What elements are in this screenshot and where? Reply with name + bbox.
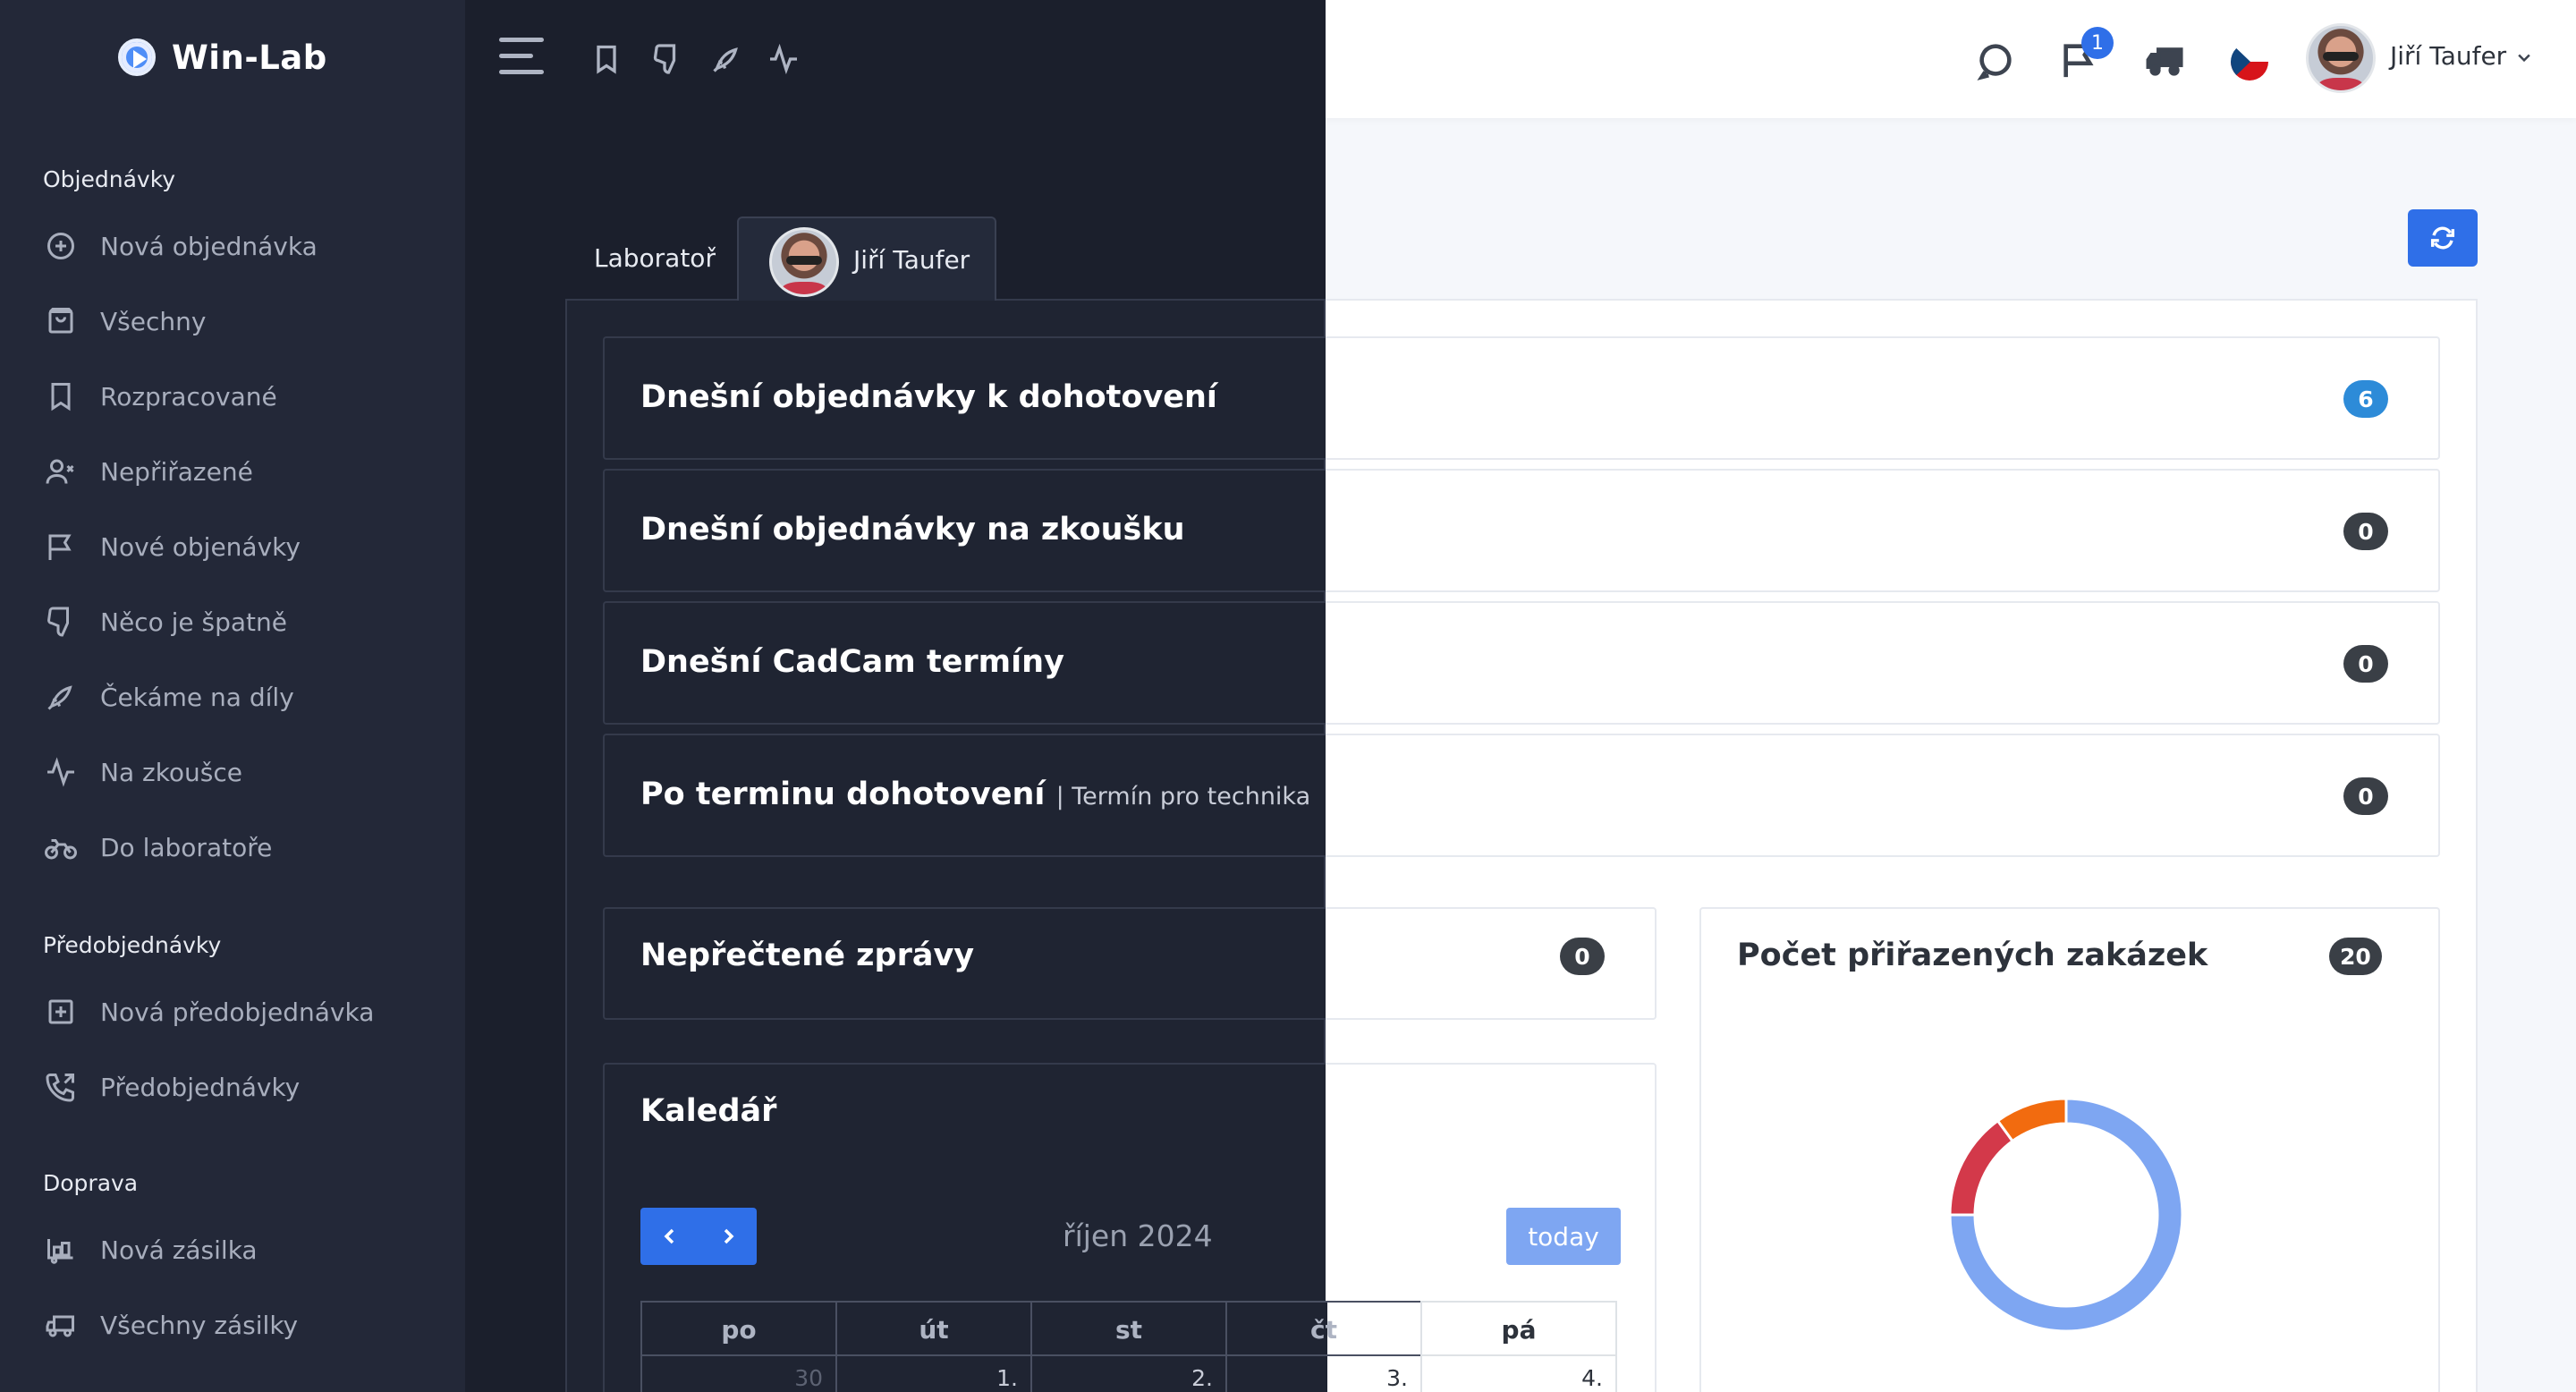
calendar-month: říjen 2024 — [1063, 1218, 1213, 1253]
unread-title: Nepřečtené zprávy — [640, 938, 975, 973]
truck-icon[interactable] — [2145, 39, 2186, 81]
play-logo-icon — [118, 38, 156, 76]
user-name[interactable]: Jiří Taufer — [2390, 41, 2506, 71]
sidebar-item-label: Něco je špatně — [100, 607, 287, 637]
sidebar-item-label: Nepřiřazené — [100, 456, 253, 487]
sidebar-item-unassigned[interactable]: Nepřiřazené — [45, 449, 253, 494]
thumbs-down-shortcut-icon[interactable] — [651, 43, 683, 75]
truck-icon — [46, 1315, 74, 1337]
hamburger-menu-icon[interactable] — [499, 38, 546, 77]
czech-flag-icon[interactable] — [2231, 43, 2268, 81]
chevron-left-icon — [664, 1228, 674, 1244]
sidebar-item-new-preorder[interactable]: Nová předobjednávka — [45, 989, 374, 1034]
calendar-day-cell[interactable]: 30 — [640, 1354, 837, 1392]
notification-badge: 1 — [2081, 27, 2114, 59]
sidebar-item-label: Nová předobjednávka — [100, 997, 375, 1027]
calendar-prev-button[interactable] — [640, 1208, 699, 1265]
sidebar-item-label: Nová objednávka — [100, 231, 318, 261]
bookmark-shortcut-icon[interactable] — [590, 43, 623, 75]
user-avatar[interactable] — [2306, 23, 2376, 93]
sidebar-item-label: Všechny — [100, 306, 207, 336]
sidebar-item-label: Předobjednávky — [100, 1072, 301, 1102]
user-x-icon — [46, 459, 74, 484]
calendar-today-button[interactable]: today — [1506, 1208, 1621, 1265]
sidebar-item-label: Čekáme na díly — [100, 682, 294, 712]
sidebar-item-waiting-parts[interactable]: Čekáme na díly — [45, 675, 294, 719]
plus-square-icon — [48, 999, 73, 1024]
calendar-day-header: čt — [1225, 1301, 1422, 1356]
sidebar-item-in-progress[interactable]: Rozpracované — [45, 374, 277, 419]
brand-name: Win-Lab — [172, 38, 327, 77]
calendar-day-cell[interactable]: 2. — [1030, 1354, 1227, 1392]
brand[interactable]: Win-Lab — [118, 36, 327, 79]
unread-count: 0 — [1560, 938, 1605, 975]
chevron-right-icon — [724, 1228, 733, 1244]
activity-shortcut-icon[interactable] — [767, 43, 800, 75]
calendar-day-cell[interactable]: 4. — [1420, 1354, 1617, 1392]
calendar-title: Kaledář — [640, 1093, 777, 1129]
assigned-donut-chart — [1948, 1097, 2184, 1333]
thumbs-down-icon — [47, 607, 69, 637]
sidebar-item-new-shipment[interactable]: Nová zásilka — [45, 1227, 258, 1272]
sidebar-item-label: Nové objenávky — [100, 531, 301, 562]
donut-slice-2[interactable] — [1996, 1097, 2068, 1143]
section-title-preorders: Předobjednávky — [43, 932, 222, 958]
sidebar-item-label: Na zkoušce — [100, 757, 243, 787]
stat-title-today-trial: Dnešní objednávky na zkoušku — [640, 512, 1185, 547]
stat-count-overdue: 0 — [2343, 777, 2388, 815]
stat-count-cadcam: 0 — [2343, 645, 2388, 683]
motorcycle-icon — [45, 839, 77, 860]
sidebar-item-label: Rozpracované — [100, 381, 277, 412]
plus-circle-icon — [47, 233, 74, 259]
calendar-day-header: út — [835, 1301, 1032, 1356]
section-title-transport: Doprava — [43, 1170, 139, 1196]
assigned-title: Počet přiřazených zakázek — [1737, 938, 2208, 973]
sidebar-item-new-orders[interactable]: Nové objenávky — [45, 524, 301, 569]
bookmark-icon — [51, 383, 71, 412]
phone-icon — [46, 1074, 74, 1102]
tab-user-label: Jiří Taufer — [853, 245, 970, 275]
truck-loading-icon — [47, 1239, 73, 1264]
stat-title-cadcam: Dnešní CadCam termíny — [640, 644, 1064, 680]
sidebar: Win-Lab Objednávky Nová objednávka Všech… — [0, 0, 465, 1392]
donut-slice-1[interactable] — [1948, 1118, 2015, 1217]
sidebar-item-all-shipments[interactable]: Všechny zásilky — [45, 1303, 298, 1347]
stat-count-today-completion: 6 — [2343, 380, 2388, 418]
calendar-day-cell[interactable]: 3. — [1225, 1354, 1422, 1392]
flag-icon — [48, 534, 72, 560]
activity-icon — [47, 757, 74, 787]
refresh-button[interactable] — [2408, 209, 2478, 267]
rocket-shortcut-icon[interactable] — [710, 43, 742, 75]
stat-title-overdue: Po terminu dohotovení | Termín pro techn… — [640, 777, 1310, 812]
message-circle-icon[interactable] — [1975, 39, 2016, 81]
sidebar-item-label: Nová zásilka — [100, 1235, 258, 1265]
chevron-down-icon[interactable] — [2515, 48, 2533, 66]
tab-laboratory[interactable]: Laboratoř — [594, 243, 716, 273]
section-title-orders: Objednávky — [43, 166, 176, 192]
calendar-day-header: pá — [1420, 1301, 1617, 1356]
rocket-icon — [47, 685, 72, 710]
stat-title-today-completion: Dnešní objednávky k dohotovení — [640, 379, 1217, 415]
calendar-day-header: st — [1030, 1301, 1227, 1356]
calendar-day-header: po — [640, 1301, 837, 1356]
sidebar-item-preorders[interactable]: Předobjednávky — [45, 1065, 300, 1109]
tab-user[interactable]: Jiří Taufer — [737, 216, 996, 301]
calendar-day-cell[interactable]: 1. — [835, 1354, 1032, 1392]
calendar-nav — [640, 1208, 757, 1265]
stat-count-today-trial: 0 — [2343, 513, 2388, 550]
sidebar-item-label: Do laboratoře — [100, 832, 273, 862]
sidebar-item-all[interactable]: Všechny — [45, 299, 206, 344]
sidebar-item-on-trial[interactable]: Na zkoušce — [45, 750, 242, 794]
calendar-next-button[interactable] — [699, 1208, 757, 1265]
assigned-count: 20 — [2329, 938, 2382, 975]
sidebar-item-something-wrong[interactable]: Něco je špatně — [45, 599, 287, 644]
stat-title-overdue-main: Po terminu dohotovení — [640, 777, 1046, 812]
bag-icon — [48, 308, 73, 334]
stat-title-overdue-sub: | Termín pro technika — [1055, 783, 1311, 811]
tab-user-avatar — [769, 227, 839, 297]
sidebar-item-label: Všechny zásilky — [100, 1310, 299, 1340]
sidebar-item-new-order[interactable]: Nová objednávka — [45, 224, 318, 268]
refresh-icon — [2430, 226, 2455, 250]
sidebar-item-to-lab[interactable]: Do laboratoře — [45, 825, 272, 870]
